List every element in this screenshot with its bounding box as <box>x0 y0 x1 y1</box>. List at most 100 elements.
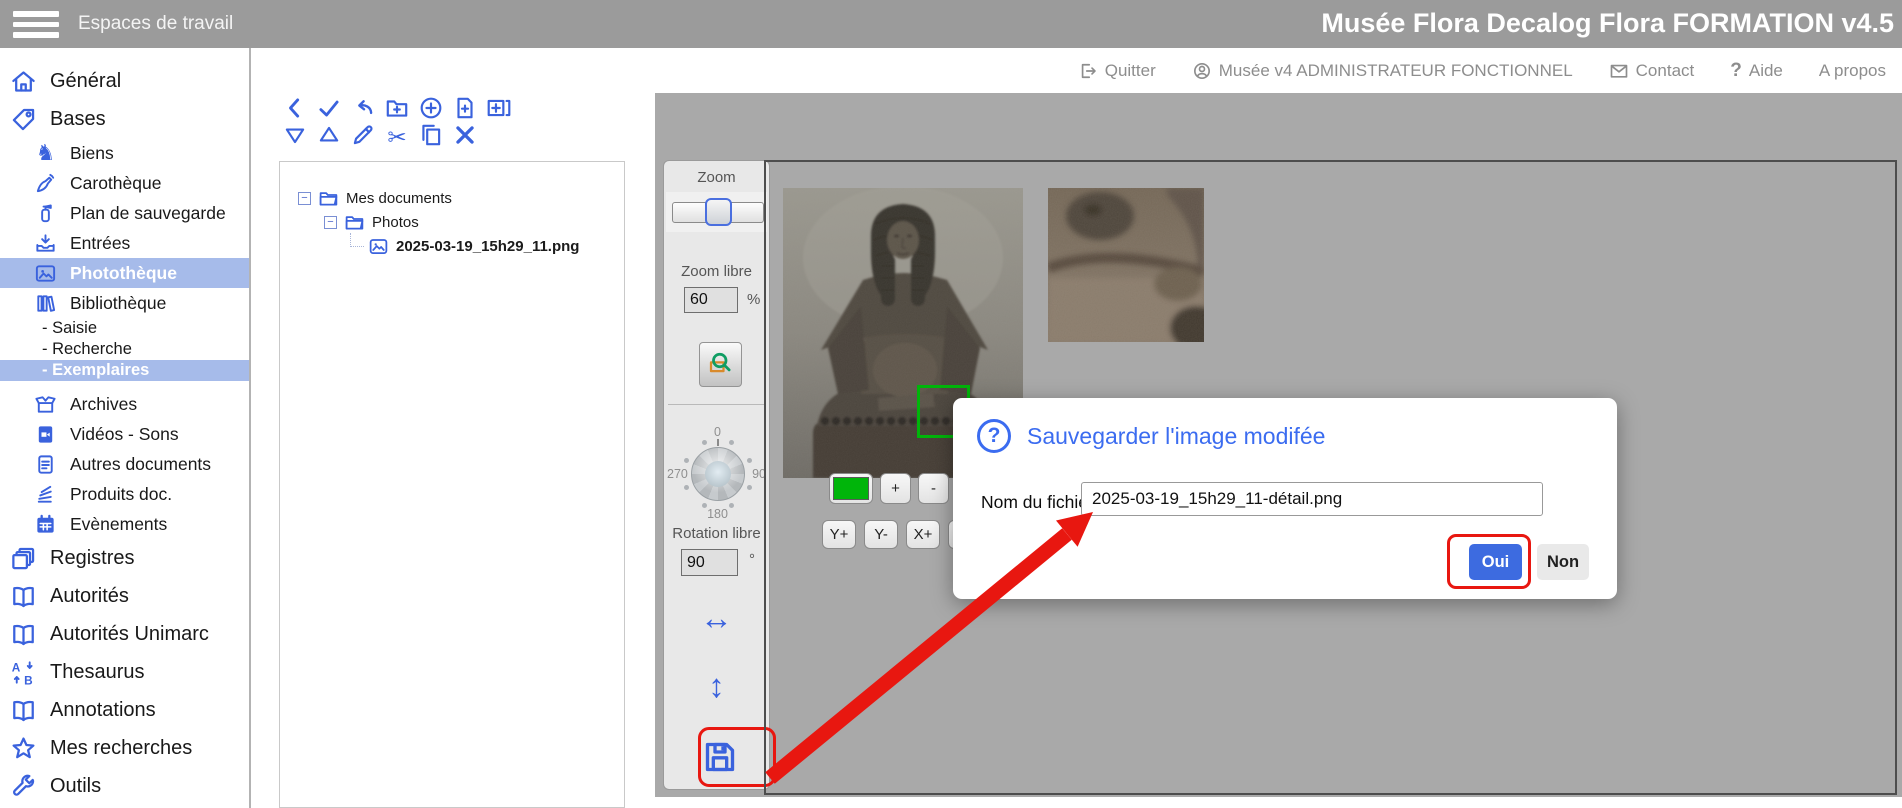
copy-button[interactable] <box>418 124 444 150</box>
sidebar-item-biens[interactable]: ♞ Biens <box>0 138 249 168</box>
scissors-icon: ✂ <box>387 126 406 149</box>
sidebar-item-outils[interactable]: Outils <box>0 767 249 805</box>
utility-label: Aide <box>1749 61 1783 81</box>
pen-icon <box>34 172 57 195</box>
sidebar-item-label: Biens <box>70 143 114 164</box>
color-swatch-button[interactable] <box>829 473 873 504</box>
rotation-dial[interactable]: 0 270 90 180 <box>664 425 771 521</box>
sidebar-item-autres-documents[interactable]: Autres documents <box>0 449 249 479</box>
dial-knob[interactable] <box>691 447 745 501</box>
image-file-icon <box>368 236 389 257</box>
contact-link[interactable]: Contact <box>1609 61 1695 81</box>
y-plus-button[interactable]: Y+ <box>822 520 856 549</box>
tree-node-label: Mes documents <box>346 190 452 207</box>
a-propos-link[interactable]: A propos <box>1819 61 1886 81</box>
sidebar-item-archives[interactable]: Archives <box>0 389 249 419</box>
book-icon <box>10 583 37 610</box>
check-button[interactable] <box>316 97 342 123</box>
zoom-slider-thumb[interactable] <box>705 198 732 226</box>
zoom-slider <box>666 192 767 232</box>
sidebar-item-thesaurus[interactable]: ABThesaurus <box>0 653 249 691</box>
sidebar-item-label: Produits doc. <box>70 484 172 505</box>
triangle-down-button[interactable] <box>282 124 308 150</box>
menu-icon[interactable] <box>13 11 59 37</box>
back-button[interactable] <box>282 97 308 123</box>
tree-node-folder[interactable]: −Photos <box>280 210 624 234</box>
expander-icon[interactable]: − <box>324 216 337 229</box>
zoom-label: Zoom <box>664 169 769 186</box>
plus-button[interactable]: + <box>880 473 911 504</box>
expander-icon[interactable]: − <box>298 192 311 205</box>
dial-dot <box>747 458 752 463</box>
tree-toolbar: ✂ <box>282 97 542 151</box>
sidebar-item-mes-recherches[interactable]: Mes recherches <box>0 729 249 767</box>
sidebar-item-carotheque[interactable]: Carothèque <box>0 168 249 198</box>
sidebar-item-entrees[interactable]: Entrées <box>0 228 249 258</box>
save-dialog: ? Sauvegarder l'image modifée Nom du fic… <box>953 398 1617 599</box>
sidebar-item-recherche[interactable]: - Recherche <box>0 339 249 360</box>
quitter-link[interactable]: Quitter <box>1078 61 1156 81</box>
sidebar-item-registres[interactable]: Registres <box>0 539 249 577</box>
folder-plus-button[interactable] <box>384 97 410 123</box>
sidebar-item-label: - Saisie <box>42 319 97 338</box>
flip-vertical-button[interactable]: ↕ <box>664 669 769 702</box>
sidebar-item-autorites[interactable]: Autorités <box>0 577 249 615</box>
minus-button[interactable]: - <box>918 473 949 504</box>
tree-node-file[interactable]: 2025-03-19_15h29_11.png <box>280 234 624 258</box>
rotation-unit-label: ° <box>749 551 755 568</box>
sidebar-item-general[interactable]: Général <box>0 62 249 100</box>
box-plus-button[interactable] <box>486 97 512 123</box>
sidebar-item-annotations[interactable]: Annotations <box>0 691 249 729</box>
tree-node-folder[interactable]: − Mes documents <box>280 186 624 210</box>
sidebar-item-label: Général <box>50 70 121 93</box>
triangle-up-icon <box>316 122 342 153</box>
star-icon <box>10 735 37 762</box>
sidebar-item-phototheque[interactable]: Photothèque <box>0 258 249 288</box>
sidebar-item-label: Entrées <box>70 233 130 254</box>
sidebar-item-autorites-unimarc[interactable]: Autorités Unimarc <box>0 615 249 653</box>
triangle-up-button[interactable] <box>316 124 342 150</box>
sidebar-item-evenements[interactable]: Evènements <box>0 509 249 539</box>
sidebar-item-videos-sons[interactable]: Vidéos - Sons <box>0 419 249 449</box>
flip-horizontal-icon: ↔ <box>700 599 733 636</box>
close-icon <box>452 122 478 153</box>
sidebar-item-label: Mes recherches <box>50 737 192 760</box>
books-icon <box>34 292 57 315</box>
x-plus-button[interactable]: X+ <box>906 520 940 549</box>
magnifier-icon <box>706 348 736 382</box>
sidebar-item-label: Outils <box>50 775 101 798</box>
save-image-button[interactable] <box>700 736 740 778</box>
sidebar-item-exemplaires[interactable]: - Exemplaires <box>0 360 249 381</box>
sidebar-item-bibliotheque[interactable]: Bibliothèque <box>0 288 249 318</box>
rotation-value-input[interactable] <box>681 549 738 576</box>
knight-icon: ♞ <box>34 142 57 164</box>
sidebar-item-plan-de-sauvegarde[interactable]: Plan de sauvegarde <box>0 198 249 228</box>
close-button[interactable] <box>452 124 478 150</box>
flip-horizontal-button[interactable]: ↔ <box>664 601 769 634</box>
circle-plus-button[interactable] <box>418 97 444 123</box>
aide-link[interactable]: ?Aide <box>1730 60 1783 82</box>
sidebar-item-saisie[interactable]: - Saisie <box>0 318 249 339</box>
user-link[interactable]: Musée v4 ADMINISTRATEUR FONCTIONNEL <box>1192 61 1573 81</box>
rotation-libre-label: Rotation libre <box>664 525 769 542</box>
sidebar-item-label: Carothèque <box>70 173 161 194</box>
no-button[interactable]: Non <box>1537 544 1589 580</box>
sidebar-item-label: Evènements <box>70 514 167 535</box>
home-icon <box>10 68 37 95</box>
scissors-button[interactable]: ✂ <box>384 124 410 150</box>
dial-dot <box>747 485 752 490</box>
undo-button[interactable] <box>350 97 376 123</box>
sidebar-item-bases[interactable]: Bases <box>0 100 249 138</box>
y-minus-button[interactable]: Y- <box>864 520 898 549</box>
sidebar-item-produits-doc[interactable]: Produits doc. <box>0 479 249 509</box>
apply-zoom-button[interactable] <box>699 342 742 387</box>
filename-input[interactable] <box>1081 482 1543 516</box>
file-plus-button[interactable] <box>452 97 478 123</box>
yes-button[interactable]: Oui <box>1469 544 1522 580</box>
zoom-value-input[interactable] <box>684 287 738 313</box>
filename-label: Nom du fichier <box>981 492 1094 513</box>
pencil-button[interactable] <box>350 124 376 150</box>
dial-dot <box>684 485 689 490</box>
user-icon <box>1192 61 1212 81</box>
dialog-title: Sauvegarder l'image modifée <box>1027 423 1325 450</box>
